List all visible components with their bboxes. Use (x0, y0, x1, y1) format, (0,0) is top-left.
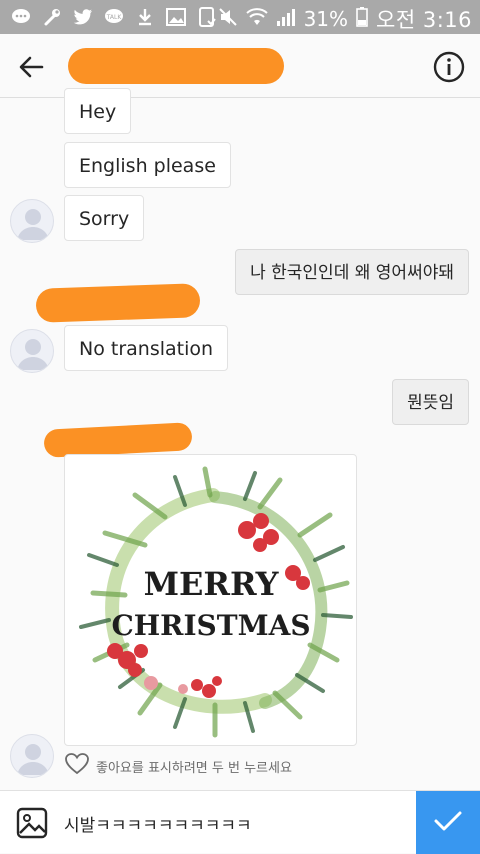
clock: 오전 3:16 (376, 8, 472, 32)
wifi-icon (245, 7, 268, 32)
system-icons: 31% 오전 3:16 (218, 4, 472, 34)
notification-icons: TALK (10, 6, 217, 27)
redacted-username (35, 283, 201, 323)
avatar[interactable] (10, 734, 54, 778)
info-icon[interactable] (432, 50, 466, 84)
message-composer: 시발ㅋㅋㅋㅋㅋㅋㅋㅋㅋㅋ (0, 790, 480, 854)
battery-percent: 31% (303, 7, 349, 31)
like-hint: 좋아요를 표시하려면 두 번 누르세요 (64, 752, 292, 780)
message-bubble-sent[interactable]: 나 한국인인데 왜 영어써야돼 (235, 249, 469, 295)
send-button[interactable] (416, 791, 480, 854)
status-bar: TALK 31% 오전 3:16 (0, 0, 480, 34)
avatar[interactable] (10, 199, 54, 243)
gallery-icon[interactable] (16, 807, 48, 839)
avatar[interactable] (10, 329, 54, 373)
like-hint-text: 좋아요를 표시하려면 두 번 누르세요 (96, 760, 292, 776)
photo-line-merry: MERRY (144, 565, 280, 603)
message-input[interactable]: 시발ㅋㅋㅋㅋㅋㅋㅋㅋㅋㅋ (64, 811, 252, 836)
message-bubble[interactable]: No translation (64, 325, 229, 371)
download-icon (134, 6, 155, 27)
image-icon (165, 6, 186, 27)
christmas-wreath-image[interactable]: MERRY CHRISTMAS (64, 454, 357, 746)
svg-text:TALK: TALK (105, 14, 122, 21)
signal-icon (276, 7, 296, 32)
redacted-username (68, 48, 284, 84)
battery-icon (356, 6, 368, 32)
photo-line-christmas: CHRISTMAS (111, 609, 310, 642)
heart-icon[interactable] (64, 752, 90, 780)
message-bubble-sent[interactable]: 뭔뜻임 (392, 379, 469, 425)
talk-icon: TALK (103, 6, 124, 27)
wrench-icon (41, 6, 62, 27)
checkmark-icon (433, 809, 463, 837)
arrow-left-icon[interactable] (14, 50, 48, 84)
chat-bubble-icon (10, 6, 31, 27)
message-bubble[interactable]: English please (64, 142, 231, 188)
mute-icon (218, 7, 238, 32)
twitter-icon (72, 6, 93, 27)
screenshot-icon (196, 6, 217, 27)
message-bubble[interactable]: Hey (64, 88, 132, 134)
message-bubble[interactable]: Sorry (64, 195, 145, 241)
redacted-username (43, 422, 193, 458)
